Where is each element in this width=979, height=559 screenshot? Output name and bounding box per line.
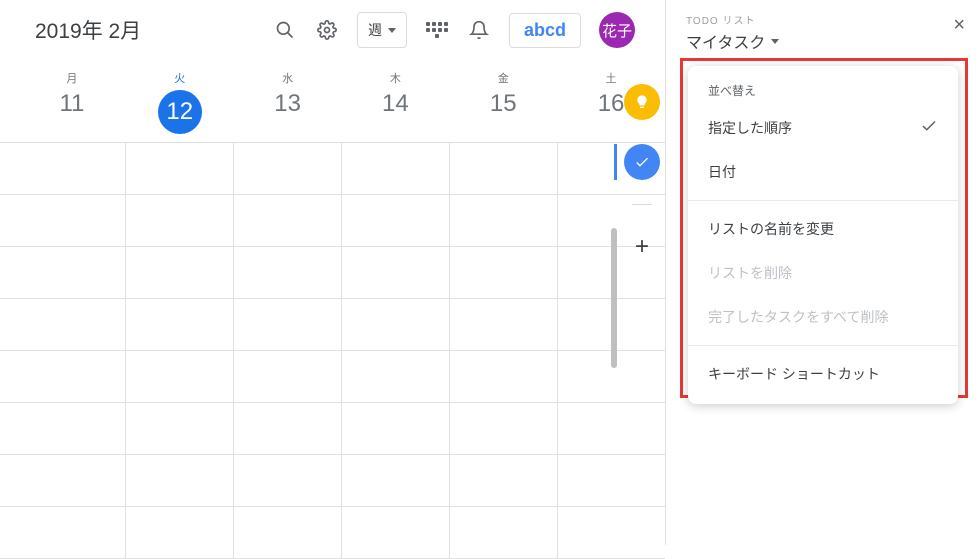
avatar[interactable]: 花子 bbox=[599, 12, 635, 48]
day-column[interactable]: 月 11 bbox=[18, 60, 126, 142]
tasks-header: TODO リスト マイタスク × bbox=[666, 12, 979, 63]
calendar-main: 2019年 2月 週 abcd 花子 bbox=[0, 0, 665, 545]
header: 2019年 2月 週 abcd 花子 bbox=[0, 0, 665, 60]
menu-delete-list: リストを削除 bbox=[688, 251, 958, 295]
view-selector[interactable]: 週 bbox=[357, 12, 407, 48]
day-name: 金 bbox=[449, 70, 557, 86]
day-name: 水 bbox=[234, 70, 342, 86]
user-badge[interactable]: abcd bbox=[509, 13, 581, 48]
search-icon[interactable] bbox=[273, 18, 297, 42]
scrollbar[interactable] bbox=[611, 228, 617, 368]
day-number: 14 bbox=[341, 90, 449, 118]
menu-divider bbox=[688, 200, 958, 201]
menu-divider bbox=[688, 345, 958, 346]
settings-icon[interactable] bbox=[315, 18, 339, 42]
day-column[interactable]: 木 14 bbox=[341, 60, 449, 142]
tasks-list-selector[interactable]: マイタスク bbox=[686, 29, 961, 53]
day-number: 12 bbox=[158, 90, 202, 134]
tasks-label: TODO リスト bbox=[686, 12, 961, 27]
side-rail: + bbox=[618, 70, 666, 265]
chevron-down-icon bbox=[771, 39, 779, 44]
tasks-list-name: マイタスク bbox=[686, 29, 765, 53]
menu-delete-completed: 完了したタスクをすべて削除 bbox=[688, 295, 958, 339]
header-toolbar: 週 abcd 花子 bbox=[273, 12, 635, 48]
menu-sort-label: 並べ替え bbox=[688, 74, 958, 105]
tasks-menu: 並べ替え 指定した順序 日付 リストの名前を変更 リストを削除 完了したタスクを… bbox=[688, 66, 958, 404]
day-name: 火 bbox=[126, 70, 234, 86]
day-column[interactable]: 水 13 bbox=[234, 60, 342, 142]
day-header-row: 月11火12水13木14金15土16 bbox=[0, 60, 665, 143]
day-name: 月 bbox=[18, 70, 126, 86]
apps-icon[interactable] bbox=[425, 18, 449, 42]
close-icon[interactable]: × bbox=[953, 14, 965, 37]
day-number: 13 bbox=[234, 90, 342, 118]
menu-sort-custom[interactable]: 指定した順序 bbox=[688, 105, 958, 150]
menu-rename[interactable]: リストの名前を変更 bbox=[688, 207, 958, 251]
add-icon[interactable]: + bbox=[624, 229, 660, 265]
day-number: 15 bbox=[449, 90, 557, 118]
menu-shortcuts[interactable]: キーボード ショートカット bbox=[688, 352, 958, 396]
time-grid[interactable] bbox=[0, 143, 665, 559]
menu-sort-date[interactable]: 日付 bbox=[688, 150, 958, 194]
day-name: 木 bbox=[341, 70, 449, 86]
day-number: 11 bbox=[18, 90, 126, 118]
notifications-icon[interactable] bbox=[467, 18, 491, 42]
keep-icon[interactable] bbox=[624, 84, 660, 120]
day-column[interactable]: 火 12 bbox=[126, 60, 234, 142]
calendar-grid: 月11火12水13木14金15土16 bbox=[0, 60, 665, 559]
day-column[interactable]: 金 15 bbox=[449, 60, 557, 142]
chevron-down-icon bbox=[388, 28, 396, 33]
tasks-icon[interactable] bbox=[624, 144, 660, 180]
date-title: 2019年 2月 bbox=[35, 15, 141, 45]
check-icon bbox=[920, 117, 938, 138]
rail-divider bbox=[632, 204, 652, 205]
view-label: 週 bbox=[368, 20, 382, 40]
